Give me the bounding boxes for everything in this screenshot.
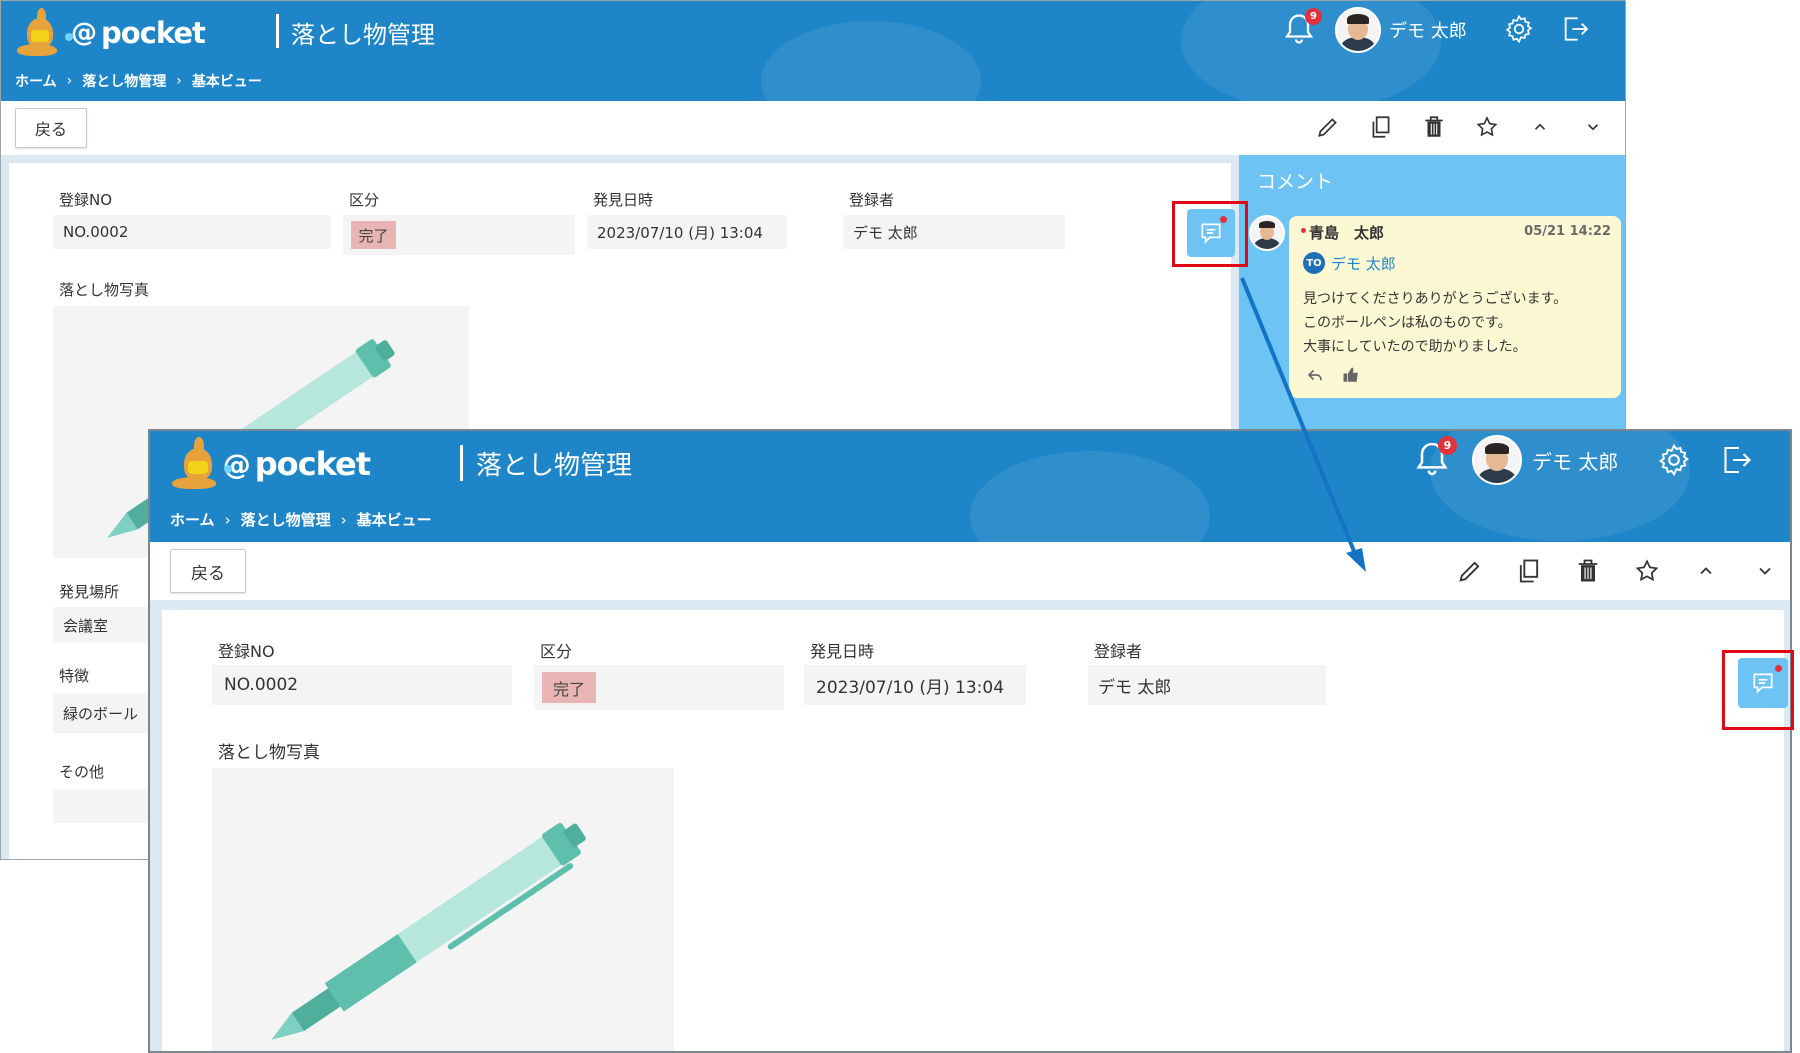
app-logo[interactable]: @ pocket bbox=[15, 5, 206, 61]
kubun-label: 区分 bbox=[540, 642, 573, 661]
next-record-chevron-down-icon[interactable] bbox=[1566, 111, 1619, 143]
header-bar: @ pocket 落とし物管理 ホーム › 落とし物管理 › 基本ビュー 9 デ… bbox=[1, 1, 1625, 141]
feature-label: 特徴 bbox=[59, 667, 90, 685]
mention-name: デモ 太郎 bbox=[1331, 254, 1396, 273]
found-datetime-value: 2023/07/10 (月) 13:04 bbox=[804, 665, 1026, 705]
delete-trash-icon[interactable] bbox=[1407, 111, 1460, 143]
notification-bell-icon[interactable]: 9 bbox=[1412, 436, 1457, 482]
settings-gear-icon[interactable] bbox=[1503, 13, 1537, 47]
notification-badge: 9 bbox=[1305, 8, 1322, 25]
registrant-value: デモ 太郎 bbox=[843, 215, 1065, 249]
breadcrumb-view: 基本ビュー bbox=[356, 511, 432, 529]
record-no-label: 登録NO bbox=[218, 642, 275, 661]
copy-icon[interactable] bbox=[1354, 111, 1407, 143]
user-name[interactable]: デモ 太郎 bbox=[1389, 17, 1467, 43]
comment-author: 青島 太郎 bbox=[1309, 224, 1385, 242]
breadcrumb-app[interactable]: 落とし物管理 bbox=[82, 71, 166, 91]
header-bar: @ pocket 落とし物管理 ホーム › 落とし物管理 › 基本ビュー 9 デ… bbox=[150, 431, 1790, 581]
breadcrumb: ホーム › 落とし物管理 › 基本ビュー bbox=[170, 509, 432, 530]
logo-at: @ bbox=[71, 18, 97, 48]
next-record-chevron-down-icon[interactable] bbox=[1735, 554, 1790, 588]
like-thumbs-up-icon[interactable] bbox=[1341, 366, 1361, 388]
kubun-field: 完了 bbox=[534, 665, 784, 710]
lost-item-photo bbox=[212, 768, 674, 1051]
user-avatar[interactable] bbox=[1472, 435, 1522, 485]
comment-line-1: 見つけてくださりありがとうございます。 bbox=[1303, 291, 1568, 307]
app-title: 落とし物管理 bbox=[476, 451, 633, 481]
previous-record-chevron-up-icon[interactable] bbox=[1513, 111, 1566, 143]
comment-line-2: このボールペンは私のものです。 bbox=[1303, 315, 1512, 331]
user-avatar[interactable] bbox=[1335, 7, 1381, 53]
registrant-label: 登録者 bbox=[1094, 642, 1143, 661]
photo-label: 落とし物写真 bbox=[218, 743, 320, 763]
app-logo[interactable]: @ pocket bbox=[170, 435, 371, 493]
kubun-label: 区分 bbox=[349, 191, 380, 209]
logo-text: pocket bbox=[254, 445, 371, 483]
user-name[interactable]: デモ 太郎 bbox=[1532, 446, 1618, 475]
highlight-box-front-comment-button bbox=[1722, 650, 1794, 730]
other-label: その他 bbox=[59, 763, 105, 781]
mention[interactable]: TO デモ 太郎 bbox=[1303, 252, 1396, 274]
record-no-value: NO.0002 bbox=[212, 665, 512, 705]
notification-badge: 9 bbox=[1438, 436, 1457, 455]
status-badge: 完了 bbox=[351, 221, 396, 249]
place-label: 発見場所 bbox=[59, 583, 120, 601]
logo-text: pocket bbox=[101, 16, 206, 50]
status-badge: 完了 bbox=[542, 672, 596, 703]
registrant-label: 登録者 bbox=[849, 191, 895, 209]
registrant-value: デモ 太郎 bbox=[1088, 665, 1326, 705]
copy-icon[interactable] bbox=[1499, 554, 1558, 588]
comment-line-3: 大事にしていたので助かりました。 bbox=[1303, 339, 1527, 355]
highlight-box-back-comment-button bbox=[1172, 201, 1248, 267]
favorite-star-icon[interactable] bbox=[1617, 554, 1676, 588]
notification-bell-icon[interactable]: 9 bbox=[1281, 8, 1322, 50]
commenter-avatar bbox=[1249, 215, 1285, 251]
comment-bubble: 青島 太郎 05/21 14:22 TO デモ 太郎 見つけてくださりありがとう… bbox=[1289, 216, 1621, 398]
photo-label: 落とし物写真 bbox=[59, 281, 150, 299]
reply-icon[interactable] bbox=[1305, 366, 1325, 388]
edit-pencil-icon[interactable] bbox=[1440, 554, 1499, 588]
comment-pane-title: コメント bbox=[1257, 171, 1334, 193]
found-datetime-label: 発見日時 bbox=[810, 642, 875, 661]
logout-icon[interactable] bbox=[1559, 13, 1593, 47]
logout-icon[interactable] bbox=[1718, 442, 1754, 478]
comment-time: 05/21 14:22 bbox=[1524, 224, 1611, 239]
record-detail-panel: 登録NO NO.0002 区分 完了 発見日時 2023/07/10 (月) 1… bbox=[162, 610, 1788, 1051]
back-button[interactable]: 戻る bbox=[15, 108, 87, 148]
record-no-value: NO.0002 bbox=[53, 215, 331, 249]
back-button[interactable]: 戻る bbox=[170, 549, 246, 593]
kangaroo-logo-icon bbox=[170, 435, 216, 493]
record-toolbar: 戻る bbox=[150, 542, 1790, 600]
kubun-field: 完了 bbox=[343, 215, 575, 255]
found-datetime-label: 発見日時 bbox=[593, 191, 654, 209]
edit-pencil-icon[interactable] bbox=[1301, 111, 1354, 143]
breadcrumb-home[interactable]: ホーム bbox=[15, 71, 57, 91]
record-no-label: 登録NO bbox=[59, 191, 113, 209]
previous-record-chevron-up-icon[interactable] bbox=[1676, 554, 1735, 588]
found-datetime-value: 2023/07/10 (月) 13:04 bbox=[587, 215, 787, 249]
mention-initials-badge: TO bbox=[1303, 252, 1325, 274]
breadcrumb: ホーム › 落とし物管理 › 基本ビュー bbox=[15, 71, 262, 91]
logo-at: @ bbox=[222, 447, 251, 481]
breadcrumb-app[interactable]: 落とし物管理 bbox=[241, 509, 331, 530]
breadcrumb-view: 基本ビュー bbox=[191, 74, 262, 90]
delete-trash-icon[interactable] bbox=[1558, 554, 1617, 588]
settings-gear-icon[interactable] bbox=[1656, 442, 1692, 478]
front-window: @ pocket 落とし物管理 ホーム › 落とし物管理 › 基本ビュー 9 デ… bbox=[148, 429, 1792, 1053]
app-title: 落とし物管理 bbox=[291, 21, 435, 49]
record-toolbar: 戻る bbox=[1, 101, 1625, 155]
breadcrumb-home[interactable]: ホーム bbox=[170, 509, 215, 530]
kangaroo-logo-icon bbox=[15, 6, 61, 60]
favorite-star-icon[interactable] bbox=[1460, 111, 1513, 143]
